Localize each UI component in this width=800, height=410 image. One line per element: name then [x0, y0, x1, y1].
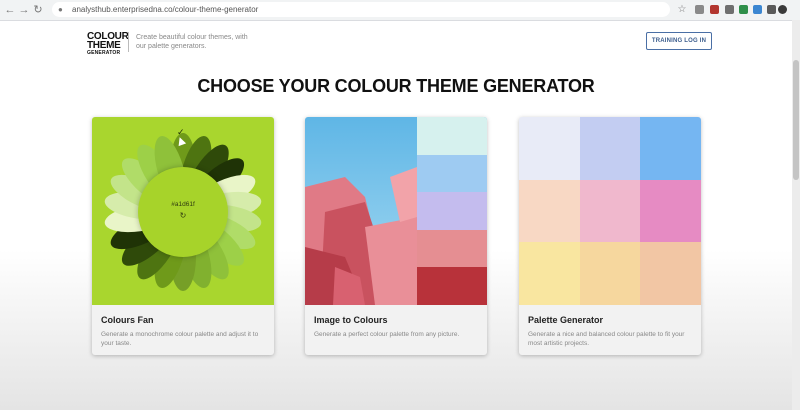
card-title: Palette Generator — [528, 315, 604, 325]
palette-swatch — [417, 267, 487, 305]
browser-toolbar: ← → ↻ ● analysthub.enterprisedna.co/colo… — [0, 0, 800, 21]
training-login-button[interactable]: TRAINING LOG IN — [646, 32, 712, 50]
tagline: Create beautiful colour themes, with our… — [136, 34, 248, 50]
card-description: Generate a perfect colour palette from a… — [314, 331, 460, 338]
forward-icon[interactable]: → — [18, 3, 30, 17]
card-description: Generate a monochrome colour palette and… — [101, 331, 259, 347]
page-scrollbar[interactable] — [792, 20, 800, 410]
palette-swatch — [640, 179, 701, 243]
palette-generator-card[interactable]: Palette Generator Generate a nice and ba… — [519, 117, 701, 355]
image-to-colours-illustration — [305, 117, 487, 305]
palette-swatch — [417, 229, 487, 268]
extension-icon[interactable] — [767, 5, 776, 14]
colours-fan-illustration: #a1d61f ↻ ✓ — [92, 117, 274, 305]
extension-icon[interactable] — [753, 5, 762, 14]
extension-icon[interactable] — [739, 5, 748, 14]
palette-swatch — [640, 117, 701, 180]
palette-swatch — [579, 179, 641, 243]
page-title: CHOOSE YOUR COLOUR THEME GENERATOR — [197, 76, 595, 96]
palette-swatch — [519, 179, 580, 243]
refresh-icon[interactable]: ↻ — [138, 211, 228, 220]
lock-icon: ● — [58, 5, 63, 14]
site-logo[interactable]: COLOUR THEME GENERATOR — [87, 32, 129, 57]
star-icon[interactable]: ☆ — [676, 3, 688, 17]
palette-swatch — [417, 154, 487, 193]
extension-icon[interactable] — [695, 5, 704, 14]
palette-swatch — [579, 117, 641, 180]
scrollbar-thumb[interactable] — [793, 60, 799, 180]
palette-grid — [519, 117, 701, 305]
image-to-colours-card[interactable]: Image to Colours Generate a perfect colo… — [305, 117, 487, 355]
hex-code: #a1d61f — [171, 201, 195, 208]
colours-fan-card[interactable]: #a1d61f ↻ ✓ Colours Fan Generate a monoc… — [92, 117, 274, 355]
reload-icon[interactable]: ↻ — [32, 3, 44, 17]
palette-generator-illustration — [519, 117, 701, 305]
logo-divider — [128, 32, 129, 52]
url-text: analysthub.enterprisedna.co/colour-theme… — [72, 5, 259, 14]
palette-swatch — [640, 242, 701, 305]
extension-icon[interactable] — [725, 5, 734, 14]
palette-swatch — [579, 242, 641, 305]
back-icon[interactable]: ← — [4, 3, 16, 17]
card-description: Generate a nice and balanced colour pale… — [528, 331, 685, 347]
palette-swatch — [417, 192, 487, 230]
palette-swatch — [519, 242, 580, 305]
fan-center: #a1d61f ↻ — [138, 167, 228, 257]
palette-swatch — [519, 117, 580, 180]
address-bar[interactable]: ● analysthub.enterprisedna.co/colour-the… — [52, 2, 670, 17]
avatar[interactable] — [778, 5, 787, 14]
card-title: Colours Fan — [101, 315, 154, 325]
card-title: Image to Colours — [314, 315, 388, 325]
palette-swatch — [417, 117, 487, 155]
extension-icon[interactable] — [710, 5, 719, 14]
